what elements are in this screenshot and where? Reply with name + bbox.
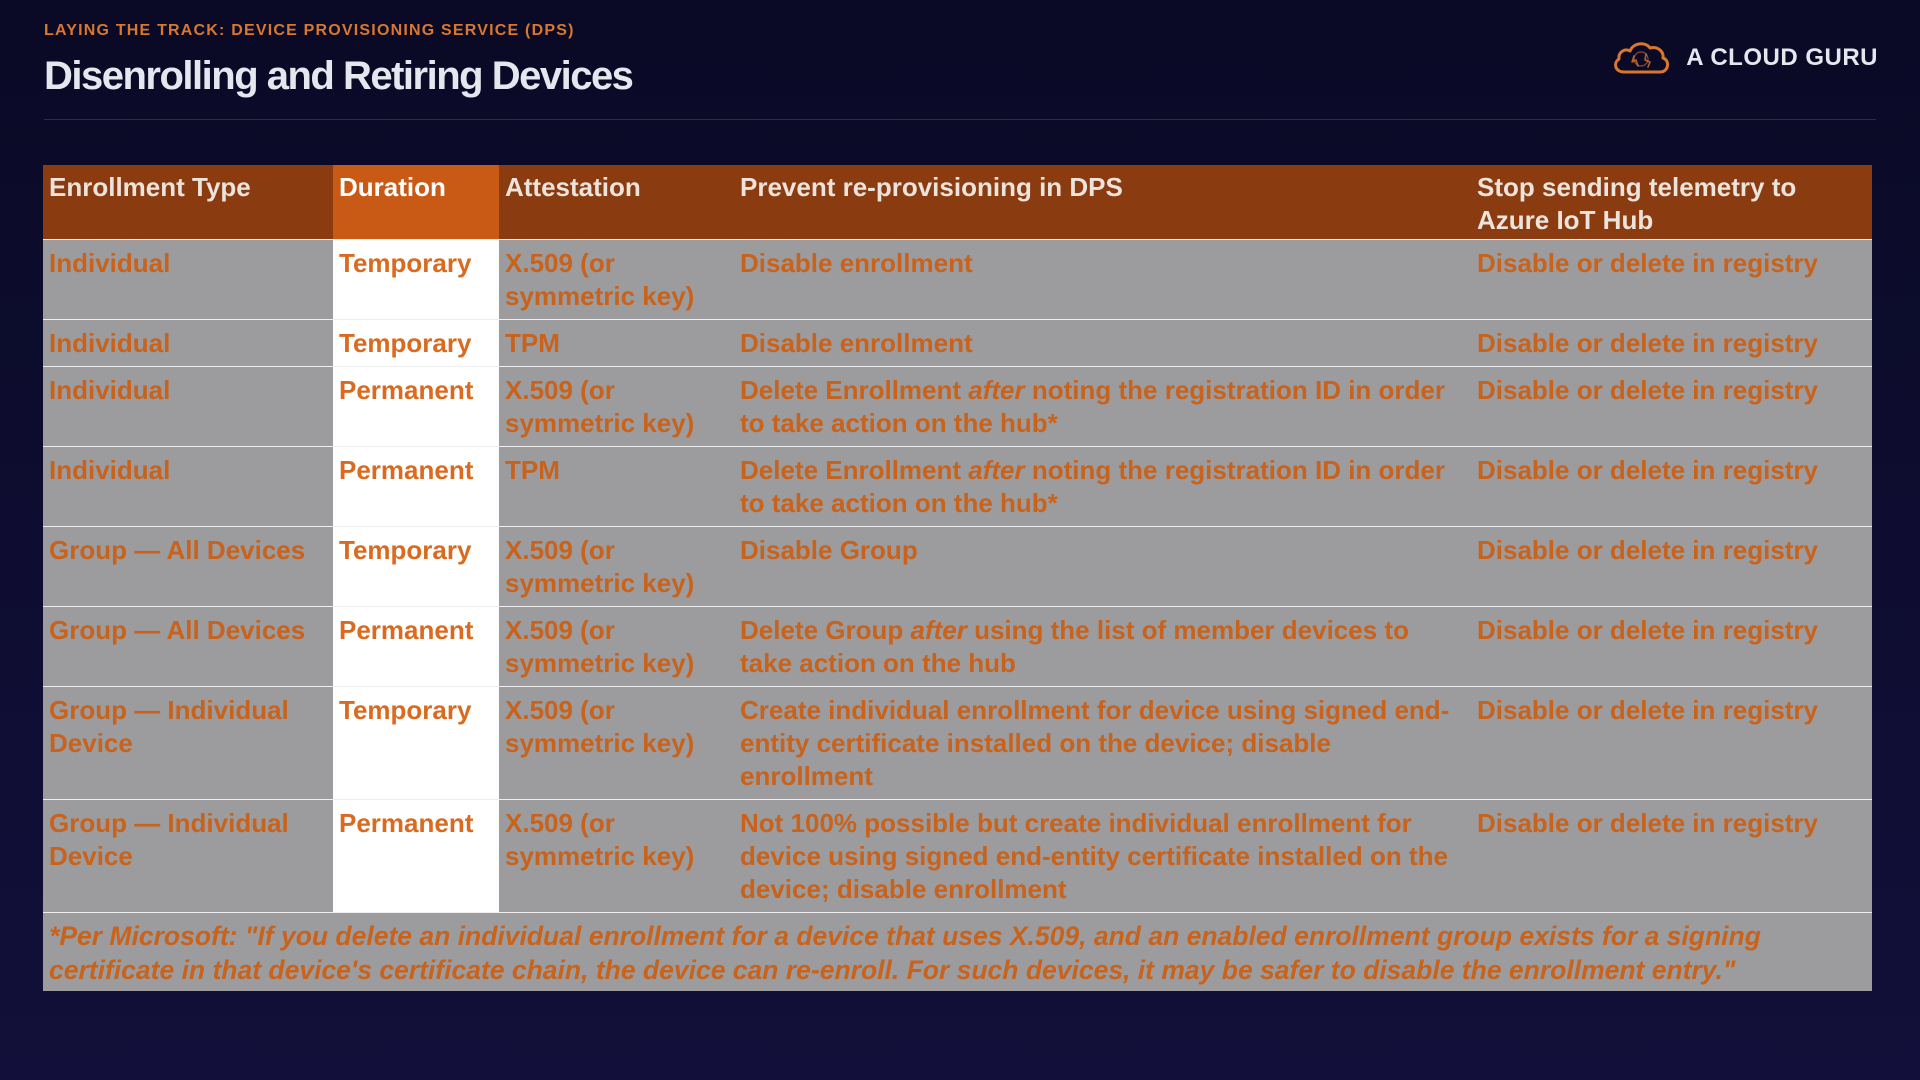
prevent-text: Create individual enrollment for device … bbox=[740, 695, 1450, 791]
prevent-text: Not 100% possible but create individual … bbox=[740, 808, 1448, 904]
prevent-text: Disable Group bbox=[740, 535, 918, 565]
prevent-cell: Not 100% possible but create individual … bbox=[734, 799, 1471, 913]
prevent-emphasis: after bbox=[968, 455, 1025, 485]
brand-logo: A CLOUD GURU bbox=[1610, 38, 1878, 78]
prevent-emphasis: after bbox=[968, 375, 1025, 405]
table-header-row: Enrollment Type Duration Attestation Pre… bbox=[43, 165, 1872, 240]
prevent-cell: Create individual enrollment for device … bbox=[734, 686, 1471, 800]
stop-telemetry-cell: Disable or delete in registry bbox=[1471, 526, 1872, 607]
table-row: Individual Temporary TPM Disable enrollm… bbox=[43, 319, 1872, 367]
stop-telemetry-cell: Disable or delete in registry bbox=[1471, 239, 1872, 320]
prevent-cell: Disable enrollment bbox=[734, 239, 1471, 320]
attestation-cell: TPM bbox=[499, 446, 734, 527]
duration-cell: Temporary bbox=[333, 526, 499, 607]
slide-header: LAYING THE TRACK: DEVICE PROVISIONING SE… bbox=[44, 22, 634, 99]
enrollment-type-cell: Group — All Devices bbox=[43, 606, 333, 687]
enrollment-type-cell: Group — All Devices bbox=[43, 526, 333, 607]
prevent-cell: Delete Group after using the list of mem… bbox=[734, 606, 1471, 687]
table-row: Group — Individual Device Permanent X.50… bbox=[43, 799, 1872, 913]
duration-cell: Permanent bbox=[333, 606, 499, 687]
attestation-cell: X.509 (or symmetric key) bbox=[499, 526, 734, 607]
enrollment-type-cell: Group — Individual Device bbox=[43, 799, 333, 913]
prevent-text: Delete Group bbox=[740, 615, 911, 645]
attestation-cell: X.509 (or symmetric key) bbox=[499, 686, 734, 800]
slide-title: Disenrolling and Retiring Devices bbox=[44, 54, 634, 98]
enrollment-type-cell: Individual bbox=[43, 366, 333, 447]
brand-name: A CLOUD GURU bbox=[1686, 44, 1878, 71]
attestation-cell: X.509 (or symmetric key) bbox=[499, 239, 734, 320]
table-row: Group — All Devices Permanent X.509 (or … bbox=[43, 606, 1872, 687]
prevent-cell: Disable enrollment bbox=[734, 319, 1471, 367]
enrollment-type-cell: Individual bbox=[43, 239, 333, 320]
prevent-text: Disable enrollment bbox=[740, 248, 973, 278]
prevent-text: Disable enrollment bbox=[740, 328, 973, 358]
column-header-stop-telemetry: Stop sending telemetry to Azure IoT Hub bbox=[1471, 165, 1872, 240]
attestation-cell: X.509 (or symmetric key) bbox=[499, 799, 734, 913]
footnote-row: *Per Microsoft: "If you delete an indivi… bbox=[43, 912, 1872, 991]
prevent-text: Delete Enrollment bbox=[740, 455, 969, 485]
stop-telemetry-cell: Disable or delete in registry bbox=[1471, 606, 1872, 687]
section-eyebrow: LAYING THE TRACK: DEVICE PROVISIONING SE… bbox=[44, 22, 575, 39]
disenrollment-table: Enrollment Type Duration Attestation Pre… bbox=[43, 165, 1872, 991]
prevent-cell: Disable Group bbox=[734, 526, 1471, 607]
prevent-emphasis: after bbox=[910, 615, 967, 645]
column-header-attestation: Attestation bbox=[499, 165, 734, 240]
cloud-logo-icon bbox=[1614, 42, 1670, 74]
table-row: Individual Permanent TPM Delete Enrollme… bbox=[43, 446, 1872, 527]
enrollment-type-cell: Group — Individual Device bbox=[43, 686, 333, 800]
stop-telemetry-cell: Disable or delete in registry bbox=[1471, 366, 1872, 447]
duration-cell: Permanent bbox=[333, 366, 499, 447]
stop-telemetry-cell: Disable or delete in registry bbox=[1471, 319, 1872, 367]
duration-cell: Temporary bbox=[333, 319, 499, 367]
duration-cell: Temporary bbox=[333, 239, 499, 320]
attestation-cell: TPM bbox=[499, 319, 734, 367]
duration-cell: Permanent bbox=[333, 799, 499, 913]
attestation-cell: X.509 (or symmetric key) bbox=[499, 366, 734, 447]
stop-telemetry-cell: Disable or delete in registry bbox=[1471, 686, 1872, 800]
enrollment-type-cell: Individual bbox=[43, 319, 333, 367]
table-row: Individual Temporary X.509 (or symmetric… bbox=[43, 239, 1872, 320]
duration-cell: Permanent bbox=[333, 446, 499, 527]
stop-telemetry-cell: Disable or delete in registry bbox=[1471, 446, 1872, 527]
attestation-cell: X.509 (or symmetric key) bbox=[499, 606, 734, 687]
stop-telemetry-cell: Disable or delete in registry bbox=[1471, 799, 1872, 913]
table-row: Group — All Devices Temporary X.509 (or … bbox=[43, 526, 1872, 607]
table-row: Group — Individual Device Temporary X.50… bbox=[43, 686, 1872, 800]
table-row: Individual Permanent X.509 (or symmetric… bbox=[43, 366, 1872, 447]
prevent-text: Delete Enrollment bbox=[740, 375, 969, 405]
duration-cell: Temporary bbox=[333, 686, 499, 800]
column-header-enrollment-type: Enrollment Type bbox=[43, 165, 333, 240]
footnote: *Per Microsoft: "If you delete an indivi… bbox=[43, 912, 1872, 991]
column-header-duration: Duration bbox=[333, 165, 499, 240]
prevent-cell: Delete Enrollment after noting the regis… bbox=[734, 446, 1471, 527]
enrollment-type-cell: Individual bbox=[43, 446, 333, 527]
prevent-cell: Delete Enrollment after noting the regis… bbox=[734, 366, 1471, 447]
column-header-prevent-reprovisioning: Prevent re-provisioning in DPS bbox=[734, 165, 1471, 240]
header-divider bbox=[44, 119, 1876, 120]
